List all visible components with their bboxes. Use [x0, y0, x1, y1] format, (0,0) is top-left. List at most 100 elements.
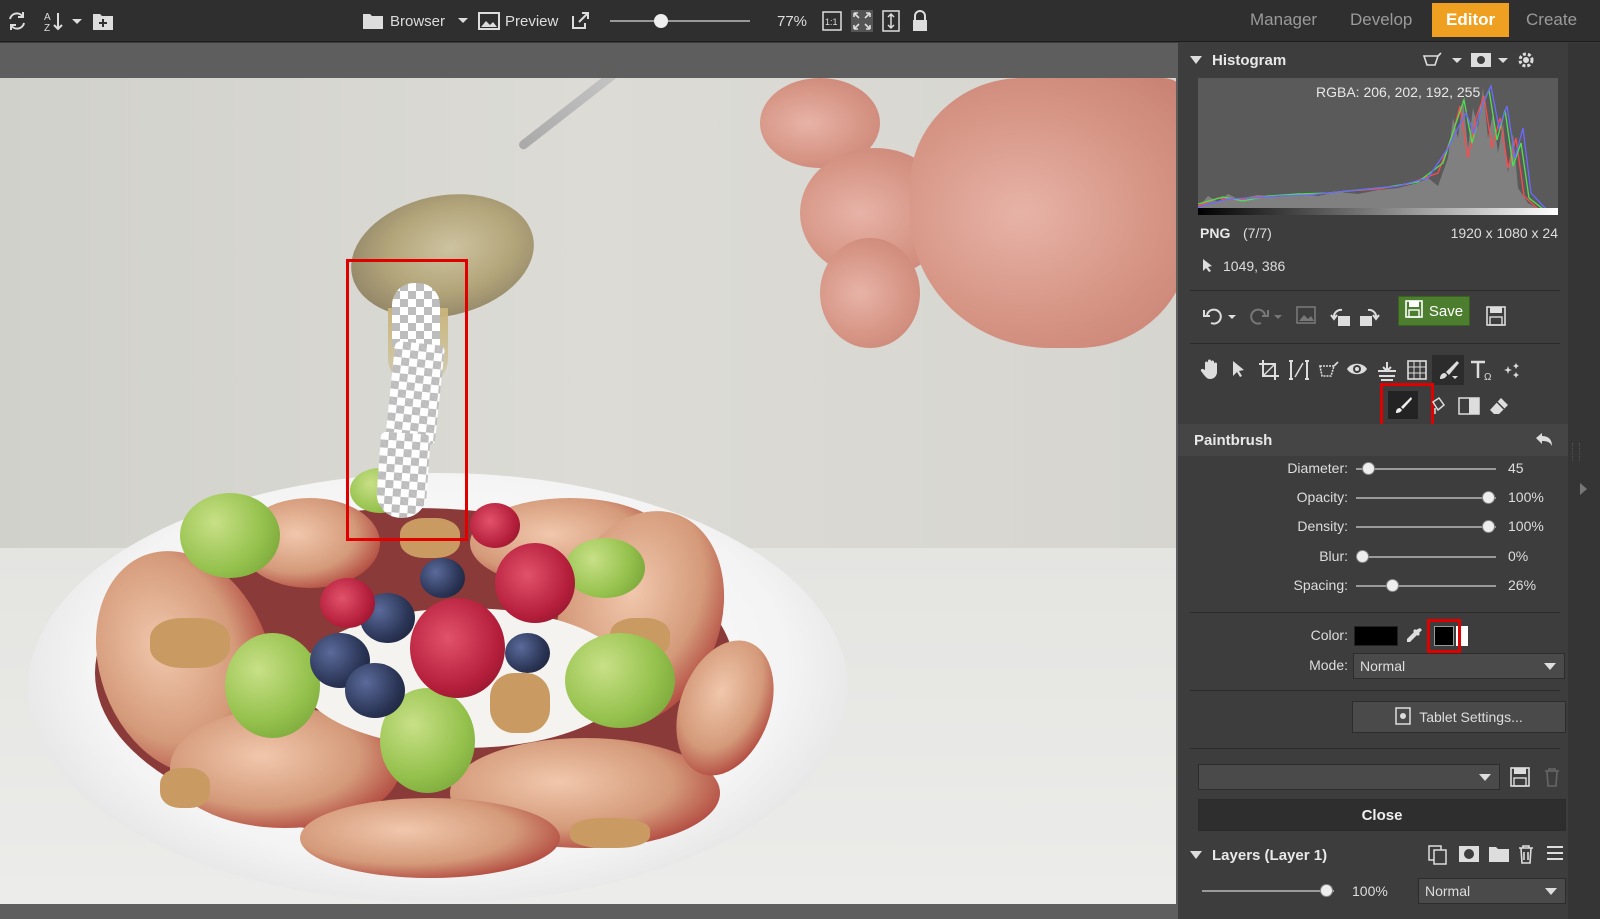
svg-text:A: A: [44, 12, 51, 23]
setting-slider[interactable]: [1356, 585, 1496, 587]
new-folder-icon[interactable]: [92, 0, 114, 42]
zoom-level: 77%: [777, 12, 808, 30]
eye-icon[interactable]: [1346, 360, 1368, 378]
eraser-icon[interactable]: [1488, 396, 1510, 416]
fit-height-icon[interactable]: [881, 0, 901, 42]
selection-tool-icon[interactable]: [1318, 360, 1340, 380]
fit-to-screen-icon[interactable]: [851, 0, 873, 42]
layer-blend-dropdown[interactable]: Normal: [1418, 878, 1566, 904]
layer-opacity-value: 100%: [1352, 883, 1388, 899]
setting-slider-knob[interactable]: [1356, 550, 1369, 563]
browser-folder-icon: [362, 0, 384, 42]
zoom-slider[interactable]: [610, 0, 750, 42]
blend-mode-dropdown[interactable]: Normal: [1353, 653, 1565, 679]
setting-slider[interactable]: [1356, 497, 1496, 499]
setting-value: 100%: [1508, 489, 1544, 505]
rotate-left-icon[interactable]: [1330, 306, 1352, 328]
grid-transform-icon[interactable]: [1406, 359, 1428, 381]
brush-tools-icon[interactable]: [1432, 355, 1464, 385]
image-dimensions: 1920 x 1080 x 24: [1450, 225, 1558, 241]
tablet-settings-label: Tablet Settings...: [1419, 709, 1523, 725]
refresh-icon[interactable]: [6, 0, 28, 42]
gear-icon[interactable]: [1516, 50, 1536, 70]
collapse-triangle-icon[interactable]: [1190, 851, 1202, 859]
histogram-title: Histogram: [1212, 51, 1287, 69]
grape: [565, 538, 645, 598]
effects-sparkle-icon[interactable]: [1502, 360, 1522, 380]
actual-size-icon[interactable]: 1:1: [822, 0, 842, 42]
setting-slider-knob[interactable]: [1362, 462, 1375, 475]
duplicate-layer-icon[interactable]: [1428, 845, 1448, 865]
highlight-erased-area: [346, 259, 468, 541]
zoom-slider-knob[interactable]: [654, 14, 668, 28]
rotate-right-icon[interactable]: [1358, 306, 1380, 328]
hand-tool-icon[interactable]: [1200, 358, 1222, 380]
undo-icon[interactable]: [1202, 306, 1238, 326]
straighten-icon[interactable]: [1376, 359, 1398, 381]
file-count: (7/7): [1243, 225, 1272, 241]
close-button[interactable]: Close: [1198, 799, 1566, 831]
perspective-icon[interactable]: [1288, 359, 1310, 381]
divider: [1190, 690, 1560, 691]
tablet-icon: [1395, 706, 1411, 728]
gradient-tool-icon[interactable]: [1458, 397, 1480, 415]
crop-icon[interactable]: [1258, 359, 1280, 381]
preset-dropdown[interactable]: [1198, 764, 1500, 790]
setting-slider[interactable]: [1356, 468, 1496, 470]
setting-slider-knob[interactable]: [1482, 491, 1495, 504]
expand-arrow-icon[interactable]: [1580, 483, 1587, 495]
tab-develop[interactable]: Develop: [1336, 3, 1426, 37]
save-button[interactable]: Save: [1398, 296, 1470, 326]
layer-folder-icon[interactable]: [1488, 845, 1510, 863]
panel-scrollbar[interactable]: [1568, 43, 1600, 919]
layer-opacity-knob[interactable]: [1320, 884, 1333, 897]
layer-menu-icon[interactable]: [1546, 845, 1564, 861]
external-open-icon[interactable]: [570, 0, 590, 42]
setting-slider-knob[interactable]: [1482, 520, 1495, 533]
blueberry: [420, 558, 465, 598]
paintbrush-title: Paintbrush: [1194, 431, 1273, 449]
layer-mask-icon[interactable]: [1458, 845, 1480, 863]
setting-value: 0%: [1508, 548, 1529, 564]
text-tool-icon[interactable]: Ω: [1470, 359, 1494, 381]
histogram-header[interactable]: Histogram: [1178, 44, 1568, 76]
delete-preset-icon[interactable]: [1544, 767, 1560, 787]
svg-text:1:1: 1:1: [825, 17, 838, 27]
image-history-icon[interactable]: [1296, 306, 1316, 324]
preview-button[interactable]: Preview: [505, 0, 558, 42]
lock-icon[interactable]: [911, 0, 929, 42]
reset-undo-icon[interactable]: [1534, 430, 1554, 450]
setting-slider[interactable]: [1356, 526, 1496, 528]
canvas-area[interactable]: [0, 43, 1178, 919]
setting-slider-knob[interactable]: [1386, 579, 1399, 592]
granola: [490, 673, 550, 733]
tab-manager[interactable]: Manager: [1236, 3, 1331, 37]
photo-canvas[interactable]: [0, 78, 1176, 904]
tablet-settings-button[interactable]: Tablet Settings...: [1352, 701, 1566, 733]
histogram-mask-icon[interactable]: [1470, 50, 1512, 70]
panel-grip[interactable]: [1572, 443, 1580, 461]
top-toolbar: AZ Browser Preview 77% 1:1 Manager Devel…: [0, 0, 1600, 42]
collapse-triangle-icon[interactable]: [1190, 56, 1202, 64]
browser-button[interactable]: Browser: [390, 0, 445, 42]
color-swatch[interactable]: [1354, 626, 1398, 646]
browser-dropdown-icon[interactable]: [457, 0, 469, 42]
tab-editor[interactable]: Editor: [1432, 3, 1510, 37]
eyedropper-icon[interactable]: [1404, 626, 1424, 646]
save-as-icon[interactable]: [1486, 306, 1506, 326]
fill-bucket-icon[interactable]: [1431, 396, 1445, 416]
histogram-gradient-bar: [1198, 208, 1558, 215]
save-preset-icon[interactable]: [1510, 767, 1530, 787]
layer-blend-value: Normal: [1425, 883, 1471, 899]
redo-icon[interactable]: [1248, 306, 1284, 326]
setting-slider[interactable]: [1356, 556, 1496, 558]
grape: [225, 633, 320, 738]
blend-mode-value: Normal: [1360, 658, 1406, 674]
delete-layer-icon[interactable]: [1518, 844, 1534, 864]
select-arrow-icon[interactable]: [1231, 360, 1247, 378]
sort-icon[interactable]: AZ: [44, 0, 84, 42]
layers-header[interactable]: Layers (Layer 1): [1178, 839, 1568, 871]
raspberry: [410, 598, 505, 698]
histogram-options-icon[interactable]: [1422, 50, 1468, 70]
tab-create[interactable]: Create: [1512, 3, 1591, 37]
